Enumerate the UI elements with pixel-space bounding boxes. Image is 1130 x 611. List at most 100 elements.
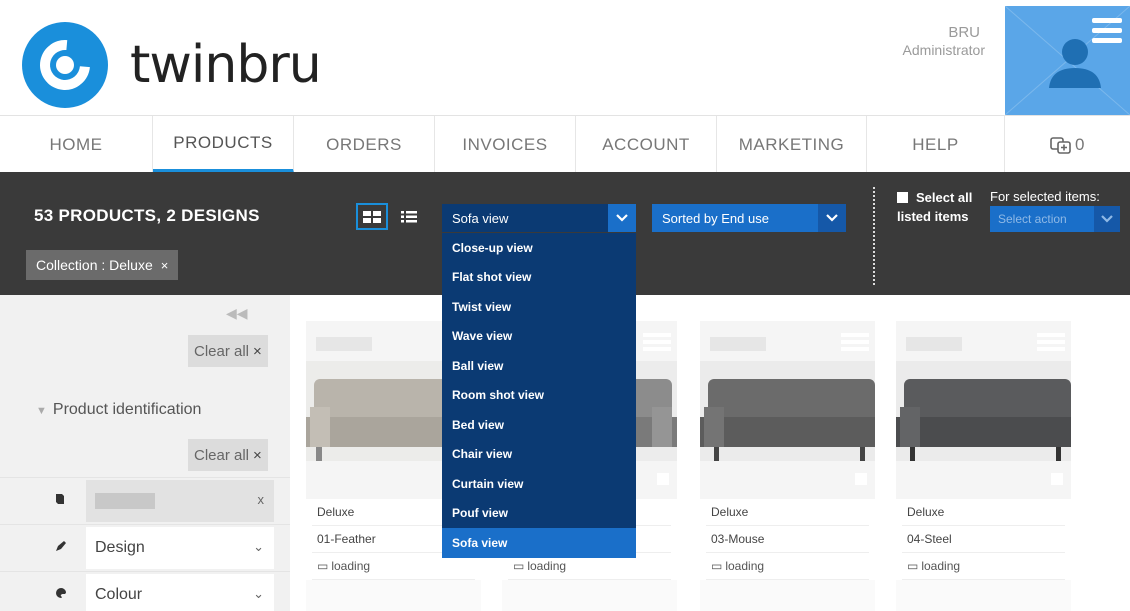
list-view-icon — [401, 211, 417, 223]
blurred-value — [95, 493, 155, 509]
palette-icon — [55, 586, 75, 602]
select-action-dropdown[interactable]: Select action — [990, 206, 1120, 232]
card-checkbox[interactable] — [657, 473, 669, 485]
nav-orders[interactable]: ORDERS — [294, 116, 435, 173]
toolbar-divider — [873, 187, 875, 285]
chevron-down-icon[interactable] — [818, 204, 846, 232]
filter-book-field[interactable]: x — [86, 480, 274, 522]
status-text: loading — [725, 559, 765, 573]
filter-colour-label: Colour — [95, 586, 143, 603]
view-dropdown-list: Close-up view Flat shot view Twist view … — [442, 233, 636, 558]
filter-design-label: Design — [95, 539, 145, 556]
app: twinbru BRU Administrator HOME PRODUCTS … — [0, 0, 1130, 611]
status-text: loading — [527, 559, 567, 573]
card-checkbox[interactable] — [855, 473, 867, 485]
nav-marketing[interactable]: MARKETING — [717, 116, 867, 173]
card-checkbox[interactable] — [1051, 473, 1063, 485]
filter-row-book: x — [0, 477, 290, 523]
view-select[interactable]: Sofa view — [442, 204, 636, 232]
card-menu-icon[interactable] — [1037, 333, 1065, 354]
folder-icon: ▭ — [907, 559, 919, 573]
cart-icon — [1050, 136, 1071, 154]
section-title: Product identification — [52, 401, 202, 418]
view-option[interactable]: Close-up view — [442, 233, 636, 263]
product-info: Deluxe 03-Mouse ▭ loading — [700, 499, 875, 580]
main-nav: HOME PRODUCTS ORDERS INVOICES ACCOUNT MA… — [0, 115, 1130, 173]
sort-select[interactable]: Sorted by End use — [652, 204, 846, 232]
list-view-button[interactable] — [398, 206, 420, 228]
header: twinbru BRU Administrator — [0, 0, 1130, 115]
collection-filter-chip[interactable]: Collection : Deluxe × — [26, 250, 179, 280]
clear-all-label: Clear all — [194, 446, 250, 464]
product-image[interactable] — [700, 321, 875, 499]
chevron-down-icon[interactable] — [608, 204, 636, 232]
product-name: 04-Steel — [902, 526, 1065, 553]
view-select-value: Sofa view — [452, 210, 509, 226]
select-all-label: Select all listed items — [897, 190, 973, 224]
remove-filter-icon[interactable]: x — [258, 492, 265, 507]
collapse-sidebar-icon[interactable]: ◀◀ — [226, 305, 248, 322]
card-menu-icon[interactable] — [841, 333, 869, 354]
nav-account[interactable]: ACCOUNT — [576, 116, 717, 173]
logo[interactable]: twinbru — [22, 22, 322, 108]
clear-all-label: Clear all — [194, 342, 250, 360]
folder-icon: ▭ — [711, 559, 723, 573]
product-status: ▭ loading — [706, 553, 869, 580]
view-option[interactable]: Flat shot view — [442, 263, 636, 293]
twinbru-logo-icon — [22, 22, 108, 108]
blurred-title — [316, 337, 372, 351]
blurred-title — [906, 337, 962, 351]
status-text: loading — [921, 559, 961, 573]
status-text: loading — [331, 559, 371, 573]
card-menu-icon[interactable] — [643, 333, 671, 354]
blurred-title — [710, 337, 766, 351]
nav-invoices[interactable]: INVOICES — [435, 116, 576, 173]
grid-view-icon — [363, 210, 381, 223]
product-card[interactable]: Deluxe 03-Mouse ▭ loading — [700, 321, 875, 611]
view-option[interactable]: Room shot view — [442, 381, 636, 411]
chevron-down-icon[interactable]: ⌄ — [253, 539, 264, 555]
clear-all-section-button[interactable]: Clear all × — [188, 439, 268, 471]
folder-icon: ▭ — [317, 559, 329, 573]
filter-design-field[interactable]: Design ⌄ — [86, 527, 274, 569]
chevron-down-icon[interactable]: ⌄ — [253, 586, 264, 602]
nav-products[interactable]: PRODUCTS — [153, 116, 294, 173]
grid-view-button[interactable] — [356, 203, 388, 230]
product-status: ▭ loading — [902, 553, 1065, 580]
checkbox-icon[interactable] — [897, 192, 908, 203]
product-collection: Deluxe — [706, 499, 869, 526]
view-option[interactable]: Chair view — [442, 440, 636, 470]
product-image[interactable] — [896, 321, 1071, 499]
for-selected-label: For selected items: — [990, 189, 1100, 204]
clear-icon: × — [253, 446, 262, 464]
clear-all-button[interactable]: Clear all × — [188, 335, 268, 367]
filter-colour-field[interactable]: Colour ⌄ — [86, 574, 274, 611]
chevron-down-icon[interactable] — [1094, 206, 1120, 232]
view-option-selected[interactable]: Sofa view — [442, 528, 636, 558]
hamburger-menu-icon[interactable] — [1092, 18, 1122, 44]
nav-home[interactable]: HOME — [0, 116, 153, 173]
product-name: 03-Mouse — [706, 526, 869, 553]
section-product-identification[interactable]: ▼ Product identification — [36, 401, 201, 419]
select-action-placeholder: Select action — [998, 212, 1067, 226]
filter-row-colour: Colour ⌄ — [0, 571, 290, 611]
select-all-checkbox[interactable]: Select all listed items — [897, 188, 987, 226]
product-card[interactable]: Deluxe 04-Steel ▭ loading — [896, 321, 1071, 611]
view-option[interactable]: Wave view — [442, 322, 636, 352]
cart-count: 0 — [1075, 134, 1085, 154]
view-option[interactable]: Twist view — [442, 292, 636, 322]
view-option[interactable]: Ball view — [442, 351, 636, 381]
view-option[interactable]: Pouf view — [442, 499, 636, 529]
cart-button[interactable]: 0 — [1005, 116, 1130, 173]
product-collection: Deluxe — [902, 499, 1065, 526]
chip-close-icon[interactable]: × — [161, 258, 169, 273]
view-option[interactable]: Bed view — [442, 410, 636, 440]
folder-icon: ▭ — [513, 559, 525, 573]
clear-icon: × — [253, 342, 262, 360]
product-info: Deluxe 04-Steel ▭ loading — [896, 499, 1071, 580]
avatar[interactable] — [1005, 6, 1130, 115]
view-option[interactable]: Curtain view — [442, 469, 636, 499]
nav-help[interactable]: HELP — [867, 116, 1005, 173]
filter-sidebar: ◀◀ Clear all × ▼ Product identification Cl… — [0, 295, 290, 611]
book-icon — [55, 492, 75, 508]
